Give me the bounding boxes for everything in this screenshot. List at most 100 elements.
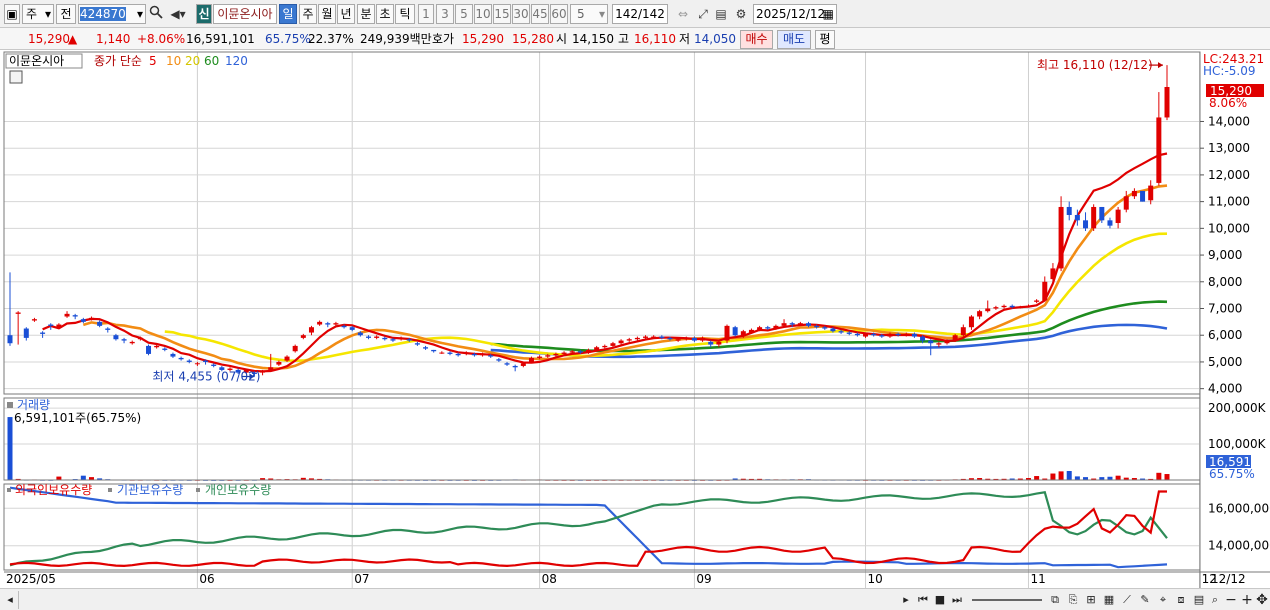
candle-body [1148, 185, 1154, 201]
first-page-icon[interactable]: ⏮ [916, 592, 930, 608]
volume-annotation: 6,591,101주(65.75%) [14, 411, 141, 425]
period-tick-button[interactable]: 틱 [395, 4, 415, 24]
period-minute-button[interactable]: 분 [357, 4, 375, 24]
candle-body [284, 356, 290, 361]
arrange-icon[interactable]: ⧈ [1174, 592, 1188, 608]
candle-body [382, 337, 388, 340]
minute-1-button[interactable]: 1 [418, 4, 434, 24]
draw-icon[interactable]: ⤢ [694, 5, 712, 23]
scroll-icon[interactable]: ⇔ [674, 5, 692, 23]
candle-body [488, 355, 494, 357]
date-input[interactable]: 2025/12/12 ▦ [753, 4, 837, 24]
market-select[interactable]: 주 ▾ [22, 4, 54, 24]
candle-body [113, 335, 119, 340]
candle-body [683, 337, 689, 340]
chart-grid-icon[interactable] [9, 70, 23, 84]
trend-icon[interactable]: ⟋ [1120, 592, 1134, 608]
draw-tool-icon[interactable]: ✎ [1138, 592, 1152, 608]
candle-body [618, 340, 624, 344]
candle-body [871, 333, 877, 336]
candle-body [814, 325, 820, 328]
buy-button[interactable]: 매수 [740, 30, 773, 49]
stock-name[interactable]: 이뮨온시아 [213, 4, 277, 24]
candle-body [292, 345, 298, 352]
volume-bar [80, 475, 86, 480]
avg-button[interactable]: 평 [815, 30, 835, 49]
zoom-in-icon[interactable]: + [1240, 592, 1254, 608]
stock-code-input[interactable]: 424870 ▾ [78, 4, 146, 24]
stop-icon[interactable]: ■ [933, 592, 947, 608]
minute-3-button[interactable]: 3 [436, 4, 454, 24]
price-tick-label: 10,000 [1208, 221, 1250, 235]
split-icon[interactable]: ⧉ [1048, 592, 1062, 608]
period-week-button[interactable]: 주 [299, 4, 317, 24]
scroll-left-icon[interactable]: ◂ [4, 592, 16, 608]
candle-body [137, 337, 143, 340]
candle-body [447, 352, 453, 354]
move-icon[interactable]: ✥ [1256, 592, 1268, 608]
candle-body [406, 339, 412, 341]
period-day-button[interactable]: 일 [279, 4, 297, 24]
market-label: 주 [26, 7, 38, 21]
minute-15-button[interactable]: 15 [493, 4, 511, 24]
x-axis-label: 07 [354, 572, 369, 586]
table-icon[interactable]: ▦ [1102, 592, 1116, 608]
prev-button[interactable]: 전 [56, 4, 76, 24]
x-axis-label: 06 [199, 572, 214, 586]
price-panel-title: 이뮨온시아 [9, 54, 64, 68]
minute-5-button[interactable]: 5 [455, 4, 473, 24]
candle-body [700, 337, 706, 341]
candle-body [830, 328, 836, 332]
minute-60-button[interactable]: 60 [550, 4, 568, 24]
candle-body [1066, 206, 1072, 215]
candle-body [170, 353, 176, 357]
sell-button[interactable]: 매도 [777, 30, 811, 49]
candle-body [1107, 220, 1113, 226]
candle-body [805, 323, 811, 326]
period-second-button[interactable]: 초 [376, 4, 394, 24]
candle-body [610, 343, 616, 346]
scroll-right-icon[interactable]: ▸ [900, 592, 912, 608]
copy-icon[interactable]: ⎘ [1066, 592, 1080, 608]
period-year-button[interactable]: 년 [337, 4, 355, 24]
candle-body [1034, 300, 1040, 302]
ma120-legend: 120 [225, 54, 248, 68]
candle-body [977, 311, 983, 317]
window-icon[interactable]: ⊞ [1084, 592, 1098, 608]
minute-30-button[interactable]: 30 [512, 4, 530, 24]
gear-icon[interactable]: ⚙ [733, 5, 749, 23]
low-label: 저 [679, 32, 691, 46]
candle-body [1058, 206, 1064, 269]
candle-body [895, 333, 901, 336]
print-icon[interactable]: ▤ [1192, 592, 1206, 608]
candle-body [1099, 206, 1105, 221]
candle-body [1009, 305, 1015, 308]
candle-body [724, 325, 730, 341]
zoom-slider[interactable] [972, 599, 1042, 601]
volume-bar [1050, 473, 1056, 480]
text-tool-icon[interactable]: ⌖ [1156, 592, 1170, 608]
zoom-out-icon[interactable]: − [1224, 592, 1238, 608]
save-icon[interactable]: ▤ [714, 5, 728, 23]
speaker-icon[interactable]: ◀▾ [166, 5, 190, 23]
zoom-search-icon[interactable]: ⌕ [1208, 592, 1222, 608]
candle-body [72, 315, 78, 317]
candle-body [341, 325, 347, 328]
minute-10-button[interactable]: 10 [474, 4, 492, 24]
minute-45-button[interactable]: 45 [531, 4, 549, 24]
last-page-icon[interactable]: ⏭ [950, 592, 964, 608]
scrollbar[interactable]: ◂ ▸ ⏮ ■ ⏭ ⧉ ⎘ ⊞ ▦ ⟋ ✎ ⌖ ⧈ ▤ ⌕ − + ✥ [0, 588, 1270, 610]
low-annotation: 최저 4,455 (07/02) [152, 369, 260, 383]
calendar-icon: ▦ [822, 7, 834, 21]
stock-chart[interactable]: 4,000 5,000 6,000 7,000 8,000 9,000 10,000 11,0… [0, 50, 1270, 588]
candle-body [797, 323, 803, 325]
volume-bar [1156, 472, 1162, 480]
search-icon[interactable] [148, 5, 164, 23]
institution-legend: 기관보유수량 [117, 483, 183, 497]
layout-icon[interactable]: ▣ [4, 4, 20, 24]
period-month-button[interactable]: 월 [318, 4, 336, 24]
x-axis-label: 08 [542, 572, 557, 586]
candle-body [887, 333, 893, 337]
interval-select[interactable]: 5 ▾ [570, 4, 608, 24]
candle-body [121, 339, 127, 341]
